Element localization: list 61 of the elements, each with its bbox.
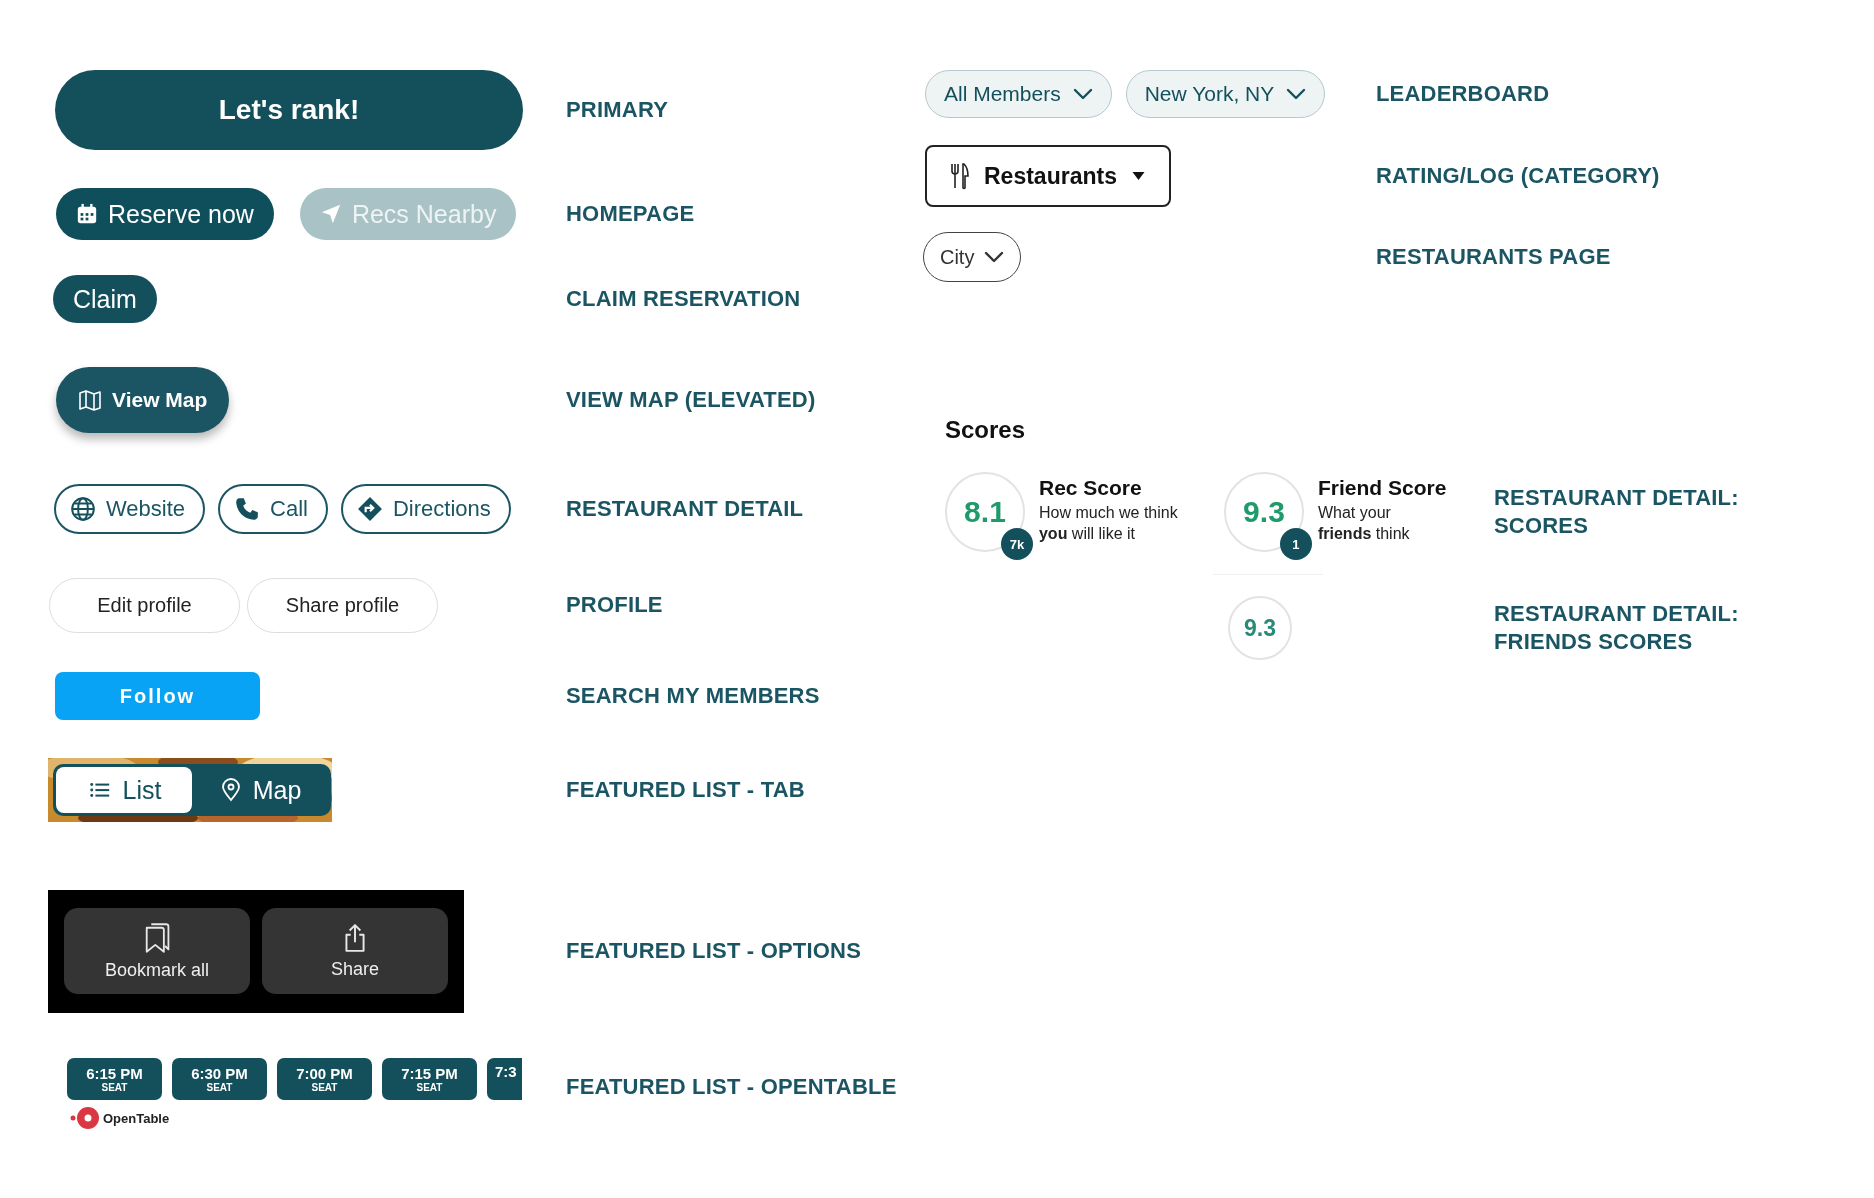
score-value: 9.3 (1243, 614, 1276, 642)
score-description: What your friends think (1317, 503, 1411, 544)
claim-button[interactable]: Claim (53, 275, 157, 323)
view-tab[interactable]: Map (192, 767, 328, 813)
primary-button[interactable]: Let's rank! (55, 70, 523, 150)
score-value: 9.3 (1243, 495, 1285, 529)
section-label: RESTAURANTS PAGE (1375, 244, 1611, 270)
globe-icon (70, 496, 96, 522)
time-slot-button[interactable]: 6:30 PM SEAT (172, 1058, 267, 1100)
time-slot-button[interactable]: 7:00 PM SEAT (277, 1058, 372, 1100)
count-badge: 7k (1000, 528, 1033, 560)
map-icon (78, 388, 102, 412)
bookmark-all-button[interactable]: Bookmark all (64, 908, 250, 994)
category-dropdown[interactable]: Restaurants (924, 145, 1171, 207)
section-heading: Scores (944, 416, 1027, 445)
section-label: LEADERBOARD (1375, 81, 1550, 107)
chevron-down-icon (1286, 88, 1307, 100)
filter-dropdown[interactable]: New York, NY (1125, 70, 1326, 118)
section-label: HOMEPAGE (566, 201, 695, 227)
caret-icon (1130, 171, 1146, 181)
phone-icon (234, 496, 261, 522)
time-slot-button[interactable]: 7:3 (487, 1058, 522, 1100)
section-label: RESTAURANT DETAIL: FRIENDS SCORES (1493, 600, 1740, 656)
edit-profile-button[interactable]: Edit profile (49, 577, 240, 633)
call-button[interactable]: Call (218, 484, 328, 534)
filter-dropdown[interactable]: All Members (924, 70, 1112, 118)
section-label: RESTAURANT DETAIL: SCORES (1493, 484, 1740, 540)
chevron-down-icon (1072, 88, 1093, 100)
view-tab[interactable]: List (56, 767, 192, 813)
directions-button[interactable]: Directions (341, 484, 511, 534)
section-label: FEATURED LIST - OPTIONS (566, 938, 862, 964)
share-button[interactable]: Share (262, 908, 448, 994)
share-icon (342, 922, 368, 953)
view-map-button[interactable]: View Map (56, 367, 230, 433)
reserve-button[interactable]: Reserve now (56, 188, 274, 240)
section-label: VIEW MAP (ELEVATED) (566, 387, 816, 413)
calendar-icon (76, 203, 98, 225)
section-label: SEARCH MY MEMBERS (566, 683, 820, 709)
section-label: RATING/LOG (CATEGORY) (1375, 163, 1660, 189)
score-description: How much we think you will like it (1038, 503, 1179, 544)
section-label: FEATURED LIST - TAB (566, 777, 805, 803)
chevron-down-icon (984, 251, 1005, 263)
score-name: Friend Score (1317, 476, 1447, 500)
score-value: 8.1 (964, 495, 1006, 529)
section-label: PRIMARY (566, 97, 669, 123)
brand-name: OpenTable (103, 1110, 170, 1126)
score-name: Rec Score (1038, 476, 1143, 500)
opentable-logo-icon (70, 1106, 100, 1130)
bookmarks-icon (143, 921, 171, 954)
count-badge: 1 (1279, 528, 1312, 560)
section-label: RESTAURANT DETAIL (566, 496, 804, 522)
section-label: PROFILE (566, 592, 663, 618)
time-slot-button[interactable]: 6:15 PM SEAT (67, 1058, 162, 1100)
time-slot-button[interactable]: 7:15 PM SEAT (382, 1058, 477, 1100)
fork-knife-icon (950, 162, 970, 190)
section-label: FEATURED LIST - OPENTABLE (566, 1074, 897, 1100)
city-dropdown[interactable]: City (922, 232, 1022, 282)
section-label: CLAIM RESERVATION (566, 286, 801, 312)
website-button[interactable]: Website (54, 484, 206, 534)
directions-icon (357, 496, 383, 522)
share-profile-button[interactable]: Share profile (247, 577, 438, 633)
